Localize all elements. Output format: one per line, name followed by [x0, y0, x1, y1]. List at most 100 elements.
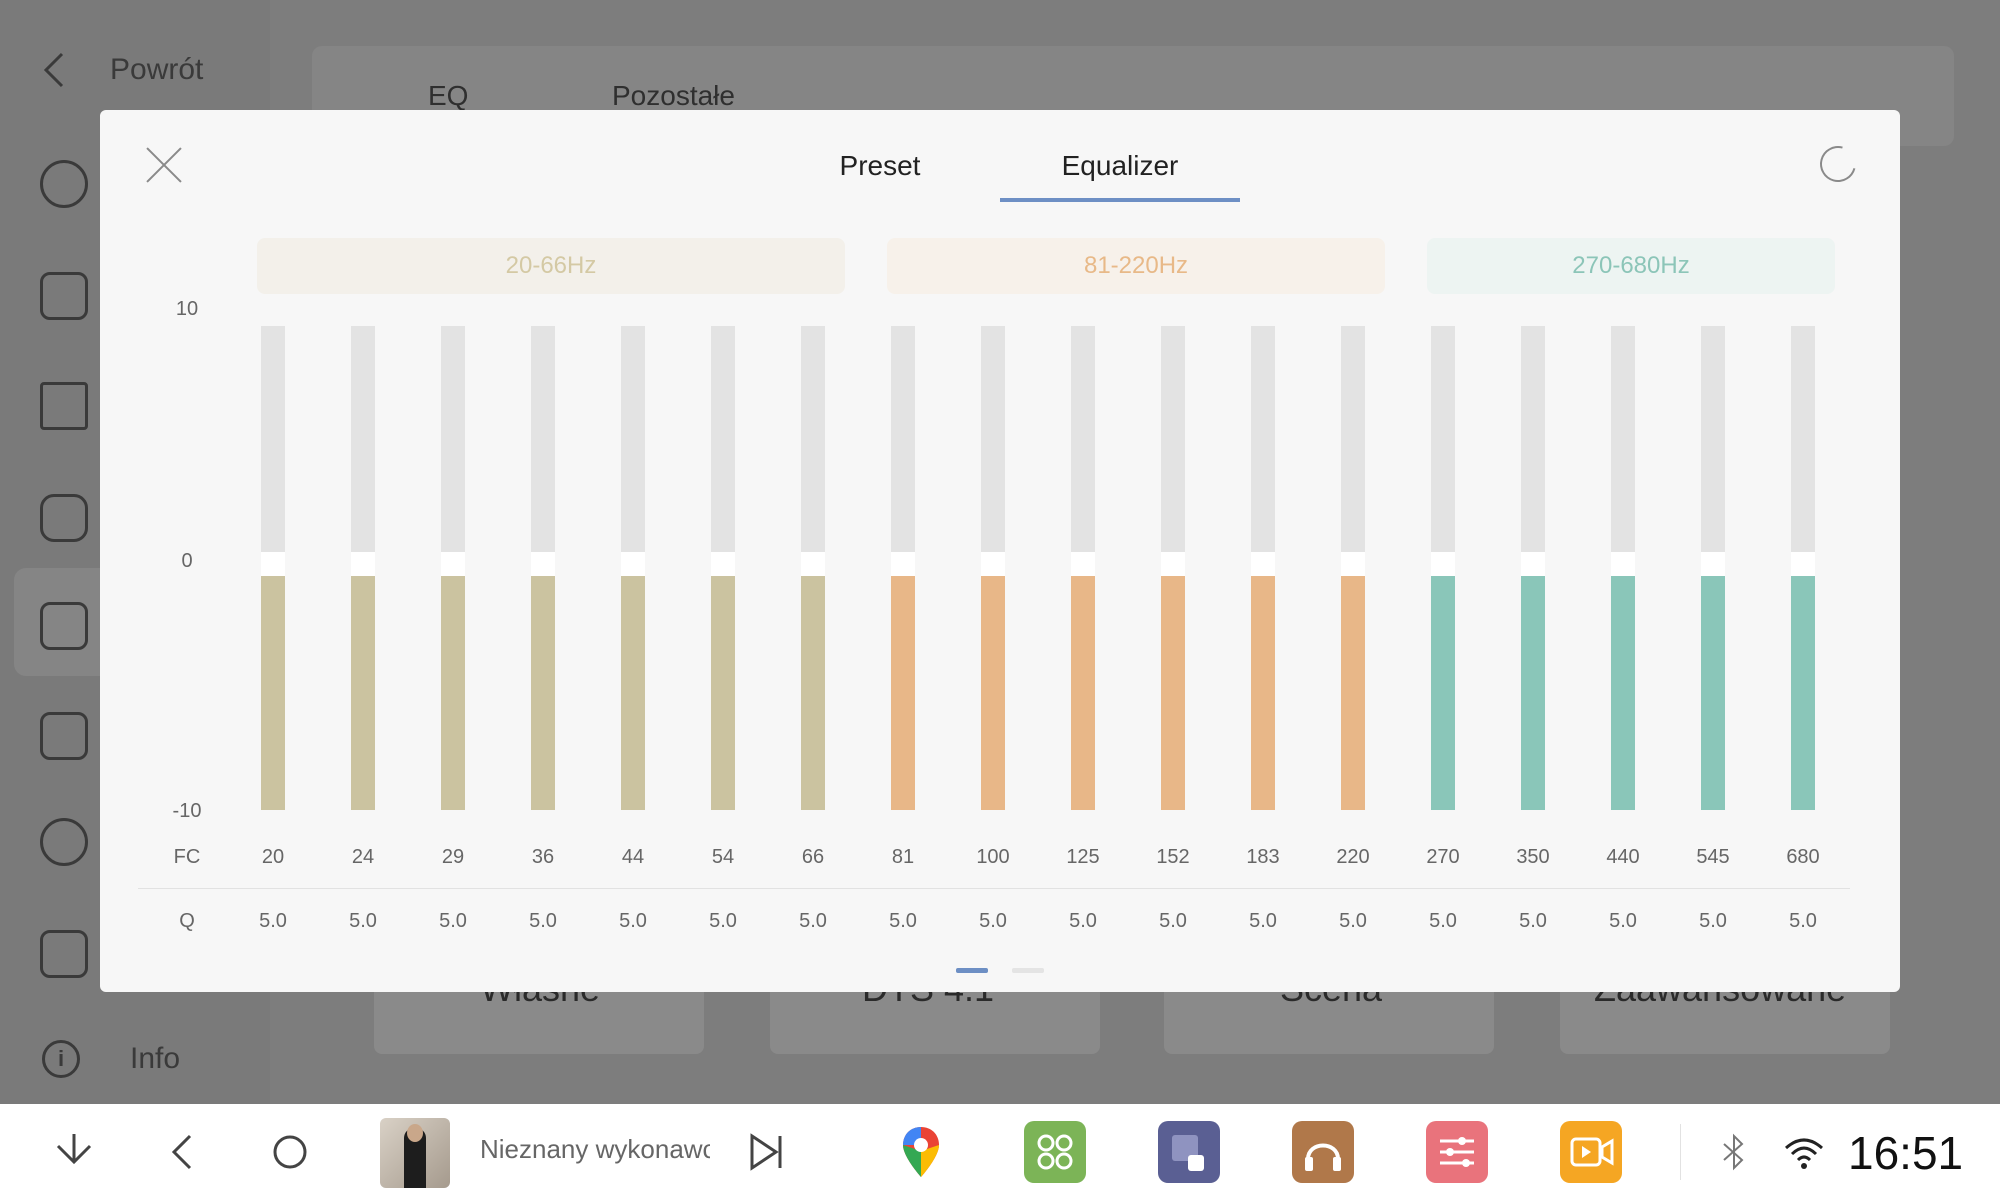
eq-band-knob[interactable] — [801, 552, 825, 576]
home-icon[interactable] — [40, 382, 88, 430]
q-value[interactable]: 5.0 — [508, 910, 578, 933]
background-tab-other[interactable]: Pozostałe — [612, 80, 735, 112]
fc-value[interactable]: 29 — [418, 846, 488, 869]
album-art[interactable] — [380, 1118, 450, 1188]
fc-value[interactable]: 36 — [508, 846, 578, 869]
q-value[interactable]: 5.0 — [1588, 910, 1658, 933]
fc-value[interactable]: 24 — [328, 846, 398, 869]
track-title[interactable]: Nieznany wykonawca — [480, 1134, 710, 1165]
screen-mirror-app-icon[interactable] — [1158, 1121, 1220, 1183]
q-value[interactable]: 5.0 — [1768, 910, 1838, 933]
eq-band-slider[interactable] — [1161, 326, 1185, 810]
video-recorder-app-icon[interactable] — [1560, 1121, 1622, 1183]
q-value[interactable]: 5.0 — [1318, 910, 1388, 933]
q-value[interactable]: 5.0 — [1048, 910, 1118, 933]
eq-band-knob[interactable] — [1611, 552, 1635, 576]
eq-band-knob[interactable] — [441, 552, 465, 576]
eq-band-knob[interactable] — [1521, 552, 1545, 576]
eq-band-slider[interactable] — [621, 326, 645, 810]
fc-value[interactable]: 20 — [238, 846, 308, 869]
car-icon[interactable] — [40, 494, 88, 542]
eq-band-knob[interactable] — [621, 552, 645, 576]
q-value[interactable]: 5.0 — [1678, 910, 1748, 933]
eq-band-knob[interactable] — [1791, 552, 1815, 576]
eq-band-slider[interactable] — [261, 326, 285, 810]
q-value[interactable]: 5.0 — [598, 910, 668, 933]
fc-value[interactable]: 183 — [1228, 846, 1298, 869]
fc-value[interactable]: 44 — [598, 846, 668, 869]
sidebar-item-info[interactable]: i Info — [42, 1040, 180, 1078]
q-value[interactable]: 5.0 — [1408, 910, 1478, 933]
page-indicator-dot[interactable] — [956, 968, 988, 973]
disc-icon[interactable] — [40, 160, 88, 208]
fc-value[interactable]: 220 — [1318, 846, 1388, 869]
eq-band-slider[interactable] — [1341, 326, 1365, 810]
eq-band-slider[interactable] — [891, 326, 915, 810]
eq-band-slider[interactable] — [1431, 326, 1455, 810]
bluetooth-music-app-icon[interactable] — [1292, 1121, 1354, 1183]
apps-launcher-icon[interactable] — [1024, 1121, 1086, 1183]
q-value[interactable]: 5.0 — [868, 910, 938, 933]
back-button[interactable]: Powrót — [40, 50, 203, 90]
eq-band-slider[interactable] — [1791, 326, 1815, 810]
eq-band-slider[interactable] — [1521, 326, 1545, 810]
touch-icon[interactable] — [40, 712, 88, 760]
background-tab-eq[interactable]: EQ — [428, 80, 468, 112]
page-indicator-dot[interactable] — [1012, 968, 1044, 973]
warning-icon[interactable] — [40, 818, 88, 866]
arrow-down-icon[interactable] — [50, 1128, 98, 1176]
fc-value[interactable]: 440 — [1588, 846, 1658, 869]
tab-preset[interactable]: Preset — [760, 146, 1000, 202]
q-value[interactable]: 5.0 — [1138, 910, 1208, 933]
eq-band-slider[interactable] — [441, 326, 465, 810]
eq-band-slider[interactable] — [531, 326, 555, 810]
maps-app-icon[interactable] — [890, 1121, 952, 1183]
eq-band-knob[interactable] — [1341, 552, 1365, 576]
q-value[interactable]: 5.0 — [328, 910, 398, 933]
eq-band-knob[interactable] — [351, 552, 375, 576]
tab-equalizer[interactable]: Equalizer — [1000, 146, 1240, 202]
eq-band-slider[interactable] — [1071, 326, 1095, 810]
eq-band-knob[interactable] — [1701, 552, 1725, 576]
fc-value[interactable]: 54 — [688, 846, 758, 869]
eq-band-slider[interactable] — [1611, 326, 1635, 810]
fc-value[interactable]: 680 — [1768, 846, 1838, 869]
eq-band-knob[interactable] — [981, 552, 1005, 576]
eq-band-knob[interactable] — [1431, 552, 1455, 576]
fc-value[interactable]: 66 — [778, 846, 848, 869]
q-value[interactable]: 5.0 — [958, 910, 1028, 933]
q-value[interactable]: 5.0 — [688, 910, 758, 933]
eq-band-knob[interactable] — [1161, 552, 1185, 576]
equalizer-app-icon[interactable] — [1426, 1121, 1488, 1183]
fc-value[interactable]: 545 — [1678, 846, 1748, 869]
eq-band-slider[interactable] — [1251, 326, 1275, 810]
eq-band-slider[interactable] — [981, 326, 1005, 810]
eq-band-knob[interactable] — [891, 552, 915, 576]
eq-band-slider[interactable] — [351, 326, 375, 810]
back-nav-icon[interactable] — [160, 1128, 208, 1176]
eq-band-slider[interactable] — [801, 326, 825, 810]
q-value[interactable]: 5.0 — [1498, 910, 1568, 933]
eq-band-knob[interactable] — [711, 552, 735, 576]
eq-band-knob[interactable] — [261, 552, 285, 576]
fc-value[interactable]: 152 — [1138, 846, 1208, 869]
eq-band-knob[interactable] — [1251, 552, 1275, 576]
eq-band-knob[interactable] — [531, 552, 555, 576]
q-value[interactable]: 5.0 — [238, 910, 308, 933]
more-icon[interactable] — [40, 930, 88, 978]
fc-value[interactable]: 100 — [958, 846, 1028, 869]
q-value[interactable]: 5.0 — [778, 910, 848, 933]
q-value[interactable]: 5.0 — [418, 910, 488, 933]
q-value[interactable]: 5.0 — [1228, 910, 1298, 933]
eq-band-slider[interactable] — [711, 326, 735, 810]
skip-next-icon[interactable] — [742, 1128, 790, 1176]
fc-value[interactable]: 125 — [1048, 846, 1118, 869]
fc-value[interactable]: 81 — [868, 846, 938, 869]
home-nav-icon[interactable] — [266, 1128, 314, 1176]
speaker-icon[interactable] — [40, 602, 88, 650]
fc-value[interactable]: 270 — [1408, 846, 1478, 869]
eq-band-knob[interactable] — [1071, 552, 1095, 576]
fc-value[interactable]: 350 — [1498, 846, 1568, 869]
eq-band-slider[interactable] — [1701, 326, 1725, 810]
android-icon[interactable] — [40, 272, 88, 320]
